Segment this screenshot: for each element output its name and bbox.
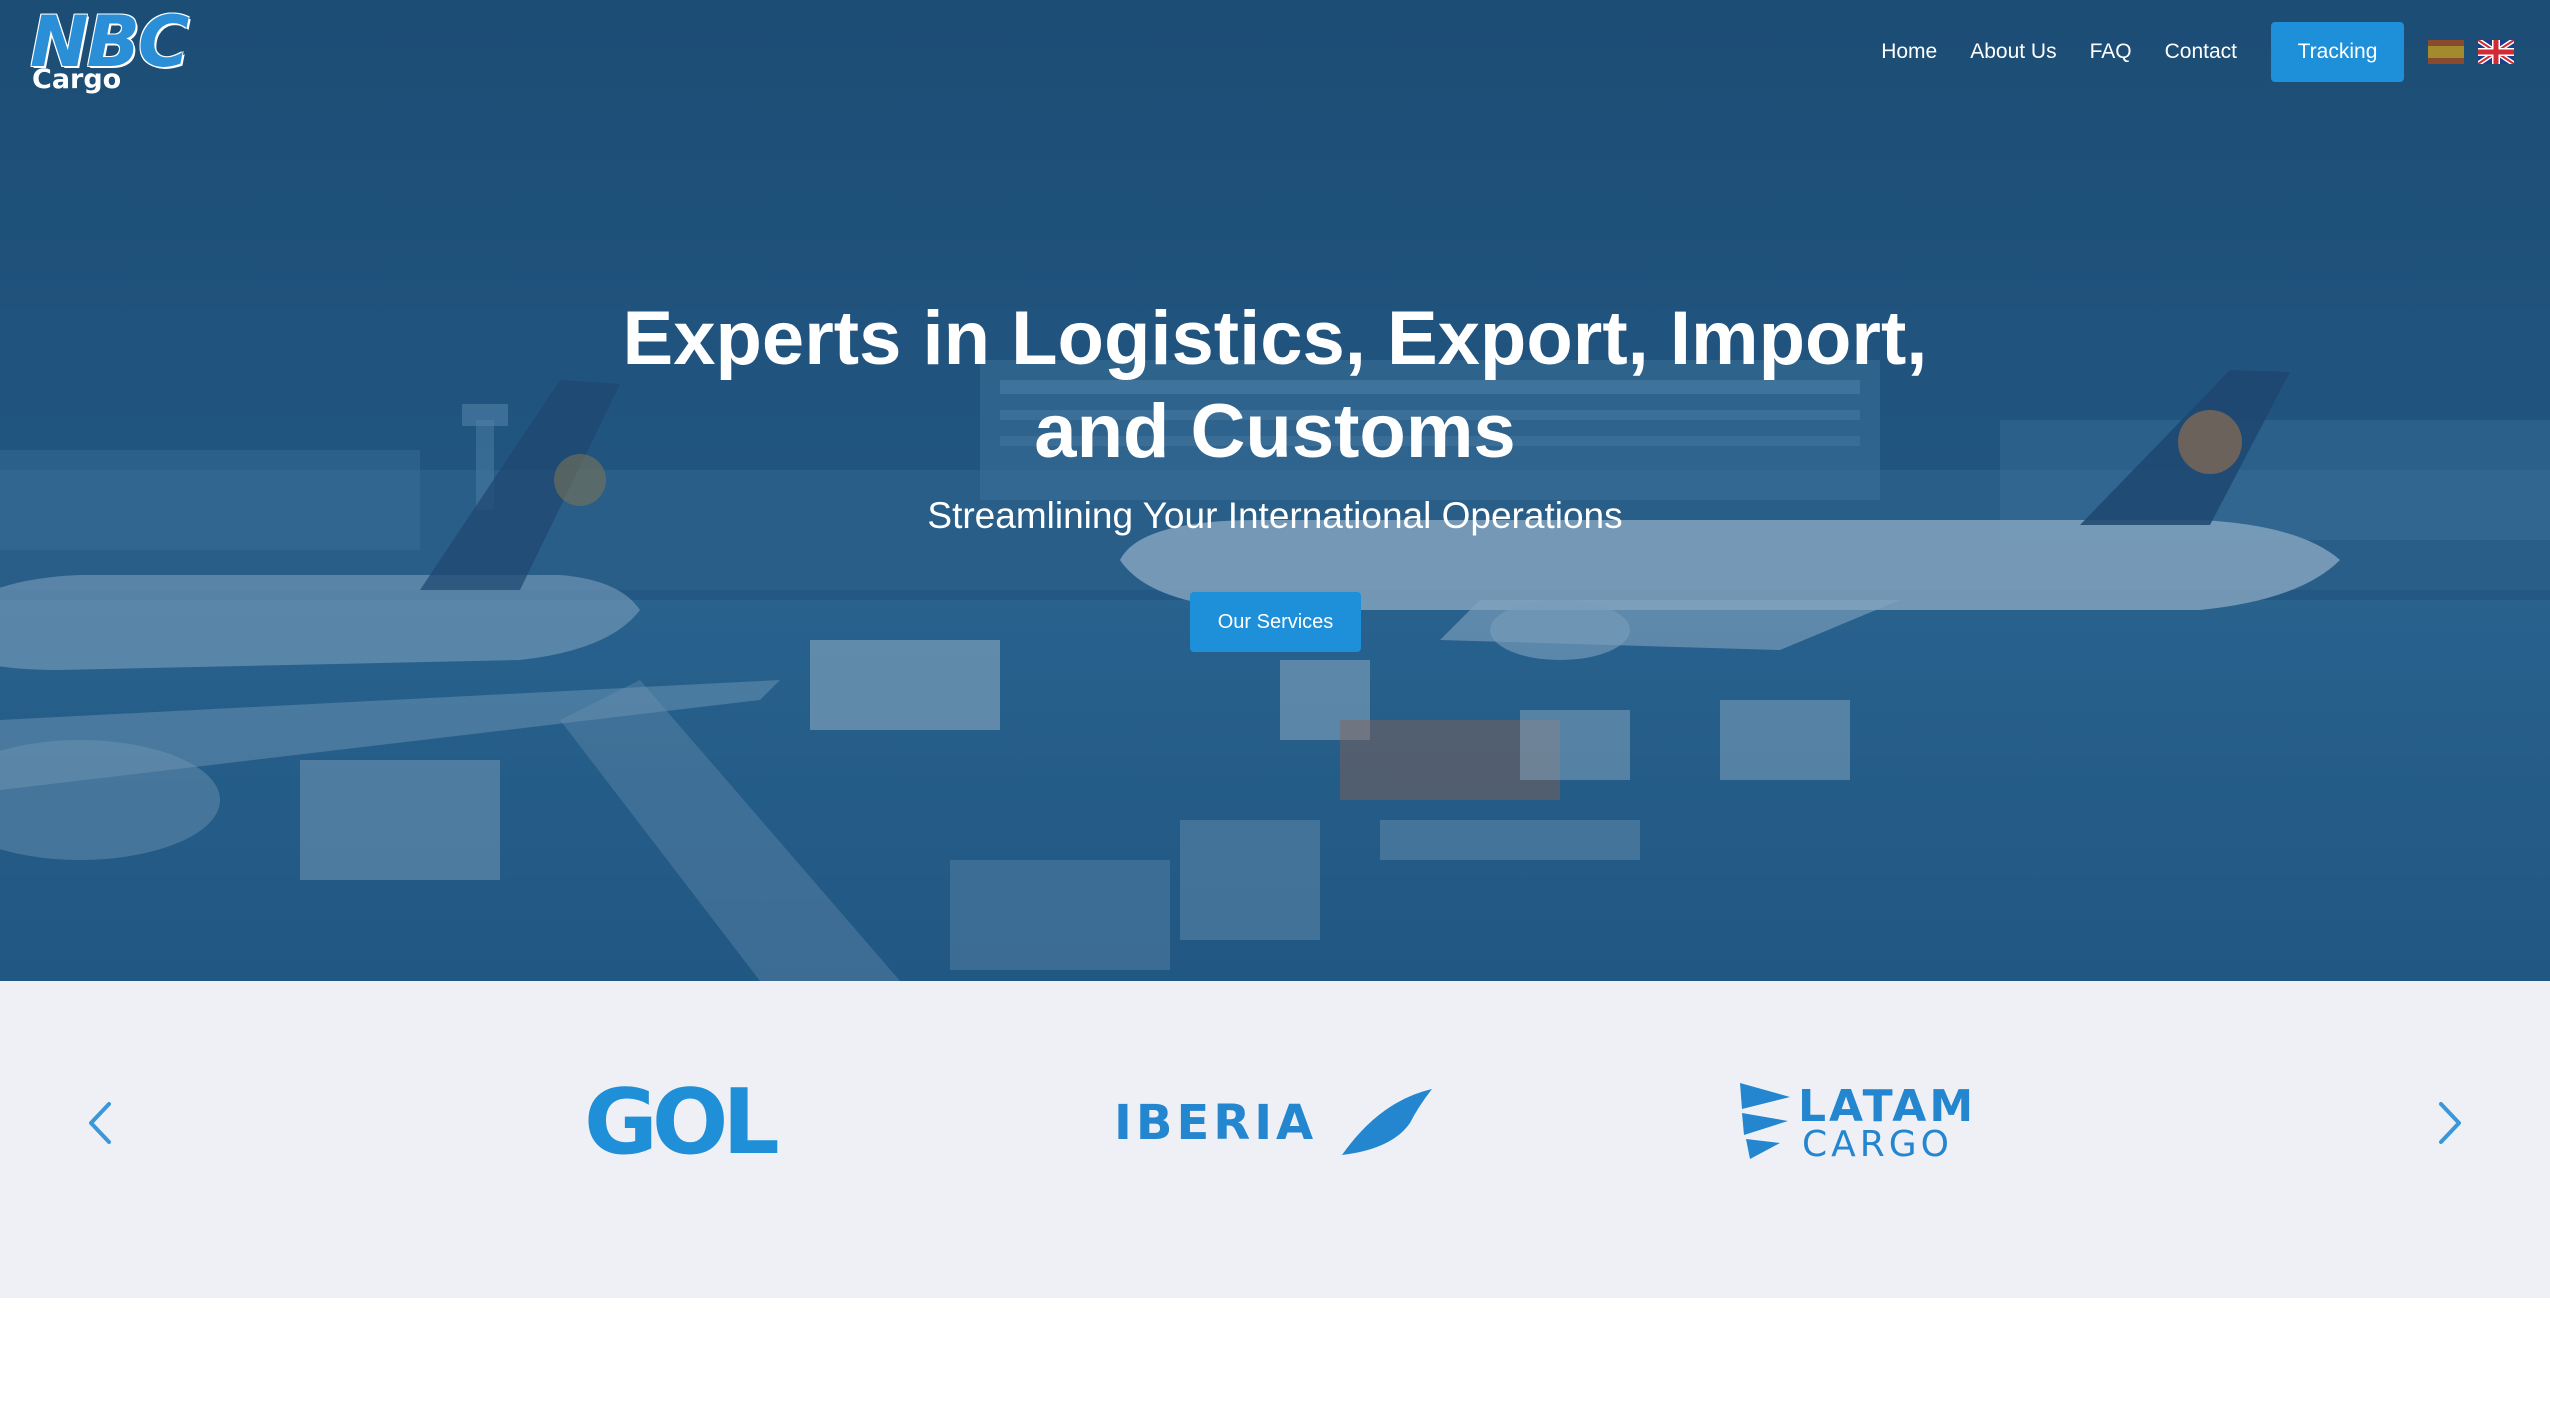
hero-overlay bbox=[0, 0, 2550, 981]
nav-link-about-us[interactable]: About Us bbox=[1970, 22, 2056, 82]
latam-mark-icon bbox=[1740, 1083, 1790, 1159]
uk-flag-icon[interactable] bbox=[2478, 40, 2514, 64]
hero-title: Experts in Logistics, Export, Import, an… bbox=[0, 292, 2550, 478]
chevron-right-icon bbox=[2439, 1102, 2461, 1144]
our-services-button[interactable]: Our Services bbox=[1190, 592, 1361, 652]
partner-logos-carousel: GOL IBERIA LATAM CARGO bbox=[0, 981, 2550, 1298]
gol-logo[interactable]: GOL bbox=[584, 1073, 780, 1173]
hero-subtitle: Streamlining Your International Operatio… bbox=[927, 495, 1623, 536]
nav-link-faq[interactable]: FAQ bbox=[2090, 22, 2132, 82]
nav-link-contact[interactable]: Contact bbox=[2165, 22, 2237, 82]
iberia-swoosh-icon bbox=[1342, 1089, 1432, 1155]
nav-link-home[interactable]: Home bbox=[1881, 22, 1937, 82]
nbc-cargo-logo[interactable]: NBC Cargo bbox=[30, 2, 240, 98]
iberia-logo[interactable]: IBERIA bbox=[1114, 1073, 1434, 1173]
hero-section: NBC Cargo Home About Us FAQ Contact Trac… bbox=[0, 0, 2550, 981]
gol-logo-text: GOL bbox=[584, 1070, 780, 1175]
page-content-area bbox=[0, 1298, 2550, 1420]
hero-title-line-1: Experts in Logistics, Export, Import, bbox=[622, 296, 1928, 381]
hero-title-line-2: and Customs bbox=[1034, 389, 1516, 474]
logo-subtitle: Cargo bbox=[32, 64, 122, 95]
latam-cargo-logo[interactable]: LATAM CARGO bbox=[1736, 1073, 2004, 1173]
iberia-logo-text: IBERIA bbox=[1114, 1095, 1318, 1151]
spanish-flag-icon[interactable] bbox=[2428, 40, 2464, 64]
tracking-button[interactable]: Tracking bbox=[2271, 22, 2404, 82]
chevron-left-icon bbox=[89, 1102, 111, 1144]
latam-cargo-text: CARGO bbox=[1802, 1124, 1954, 1165]
main-navigation: Home About Us FAQ Contact Tracking bbox=[1881, 22, 2514, 82]
carousel-prev-button[interactable] bbox=[70, 1093, 130, 1153]
carousel-next-button[interactable] bbox=[2420, 1093, 2480, 1153]
